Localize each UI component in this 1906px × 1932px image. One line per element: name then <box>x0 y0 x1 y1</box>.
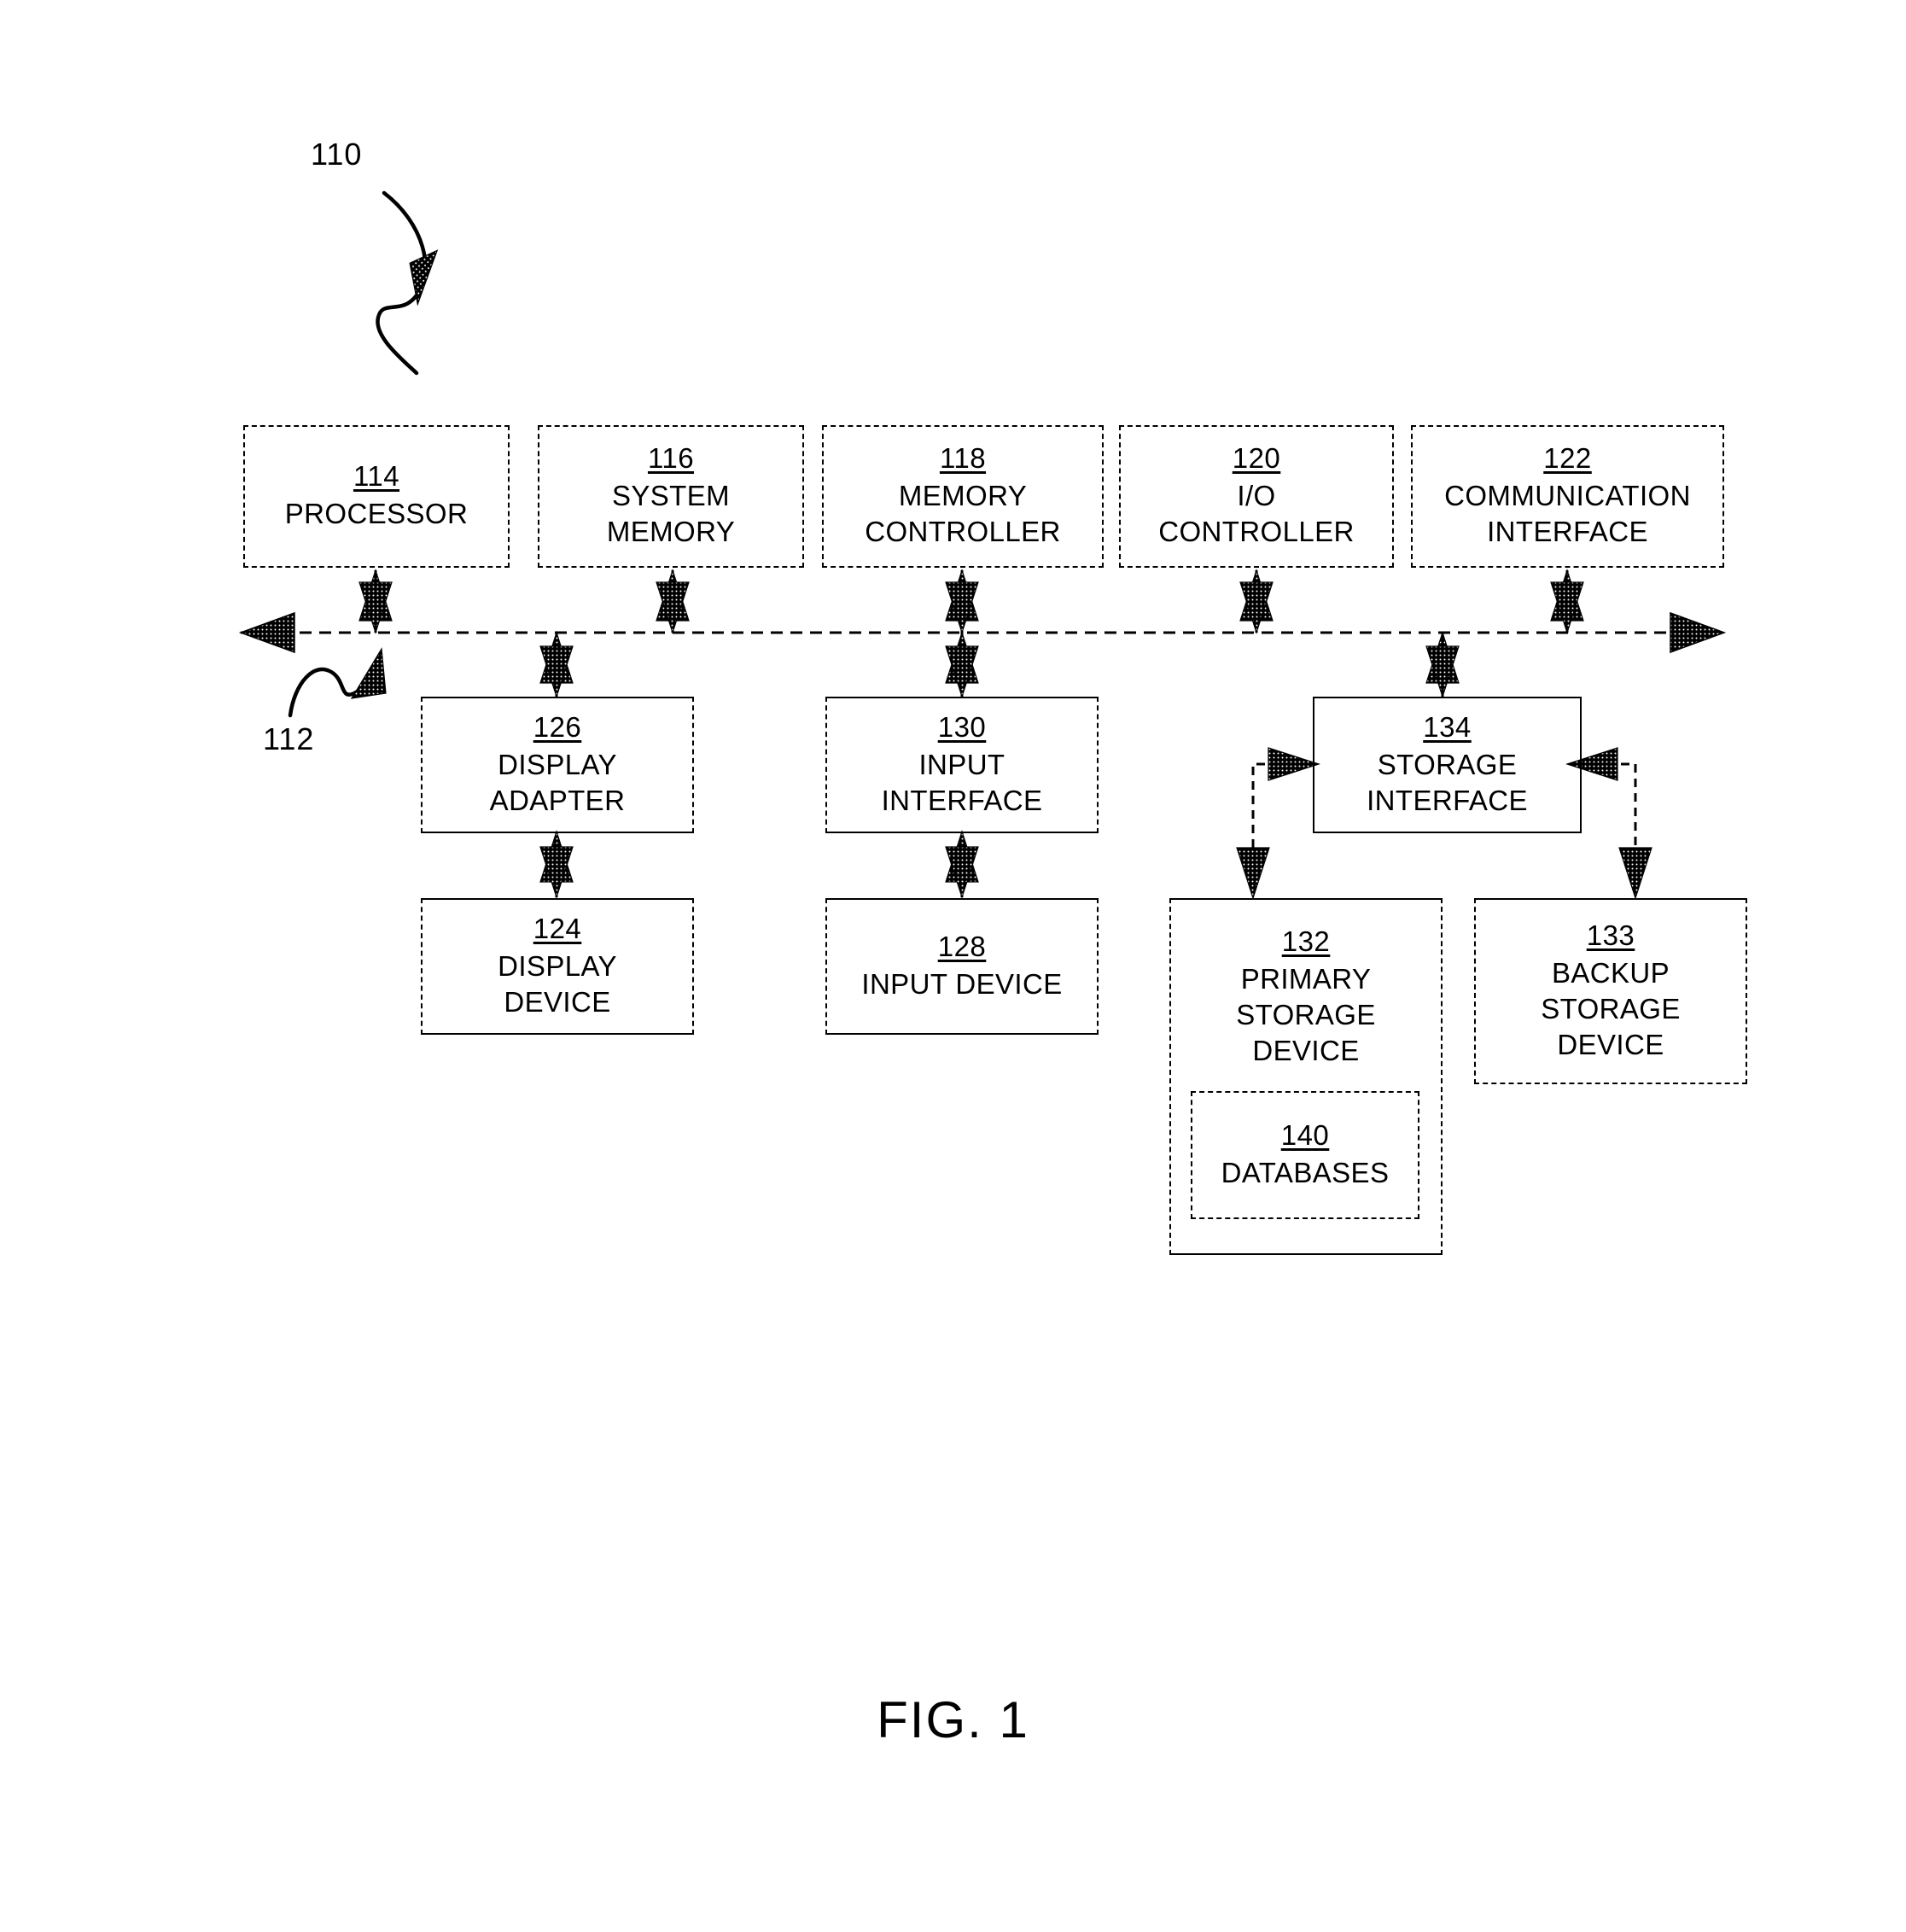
block-storage-interface[interactable]: 134 STORAGE INTERFACE <box>1313 697 1582 833</box>
block-ref-116: 116 <box>647 442 695 475</box>
block-label-primary-storage-device: PRIMARY STORAGE DEVICE <box>1236 962 1376 1067</box>
block-label-processor: PROCESSOR <box>284 498 469 530</box>
block-io-controller[interactable]: 120 I/O CONTROLLER <box>1119 425 1394 568</box>
figure-caption: FIG. 1 <box>877 1691 1029 1748</box>
block-display-device[interactable]: 124 DISPLAY DEVICE <box>421 898 694 1035</box>
leader-line-112 <box>288 647 387 718</box>
block-backup-storage-device[interactable]: 133 BACKUP STORAGE DEVICE <box>1474 898 1747 1084</box>
block-system-memory[interactable]: 116 SYSTEM MEMORY <box>538 425 804 568</box>
block-display-adapter[interactable]: 126 DISPLAY ADAPTER <box>421 697 694 833</box>
block-ref-122: 122 <box>1543 442 1592 475</box>
block-ref-132: 132 <box>1281 925 1331 957</box>
connector-io-controller-bus <box>1239 569 1274 634</box>
block-ref-126: 126 <box>533 710 582 743</box>
connector-storage-interface-primary-storage <box>1236 747 1320 900</box>
block-ref-114: 114 <box>353 460 400 493</box>
block-label-databases: DATABASES <box>1221 1156 1390 1188</box>
patent-figure: 114 PROCESSOR 116 SYSTEM MEMORY 118 MEMO… <box>0 0 1906 1932</box>
callout-110: 110 <box>311 137 363 172</box>
connector-bus-display-adapter <box>539 631 574 698</box>
leader-line-110 <box>376 190 439 376</box>
connector-communication-interface-bus <box>1550 569 1584 634</box>
connector-input-interface-input-device <box>945 830 979 899</box>
callout-112: 112 <box>263 721 315 756</box>
block-ref-120: 120 <box>1232 442 1281 475</box>
connector-processor-bus <box>358 569 393 634</box>
block-ref-140: 140 <box>1280 1118 1330 1151</box>
block-input-interface[interactable]: 130 INPUT INTERFACE <box>825 697 1099 833</box>
block-label-memory-controller: MEMORY CONTROLLER <box>865 480 1061 548</box>
block-label-io-controller: I/O CONTROLLER <box>1158 480 1355 548</box>
block-ref-133: 133 <box>1586 919 1635 951</box>
block-communication-interface[interactable]: 122 COMMUNICATION INTERFACE <box>1411 425 1724 568</box>
block-label-backup-storage-device: BACKUP STORAGE DEVICE <box>1541 956 1681 1061</box>
connector-system-memory-bus <box>656 569 690 634</box>
block-databases[interactable]: 140 DATABASES <box>1191 1091 1419 1219</box>
block-label-system-memory: SYSTEM MEMORY <box>606 480 736 548</box>
block-label-input-device: INPUT DEVICE <box>861 967 1063 1000</box>
connector-display-adapter-display-device <box>539 830 574 899</box>
block-input-device[interactable]: 128 INPUT DEVICE <box>825 898 1099 1035</box>
block-label-communication-interface: COMMUNICATION INTERFACE <box>1444 480 1691 548</box>
block-processor[interactable]: 114 PROCESSOR <box>243 425 510 568</box>
connector-memory-controller-bus <box>945 569 979 634</box>
block-ref-118: 118 <box>939 442 987 475</box>
block-ref-134: 134 <box>1423 710 1472 743</box>
block-label-storage-interface: STORAGE INTERFACE <box>1367 748 1528 816</box>
connector-bus-storage-interface <box>1425 631 1460 698</box>
block-label-display-adapter: DISPLAY ADAPTER <box>489 748 626 816</box>
block-label-input-interface: INPUT INTERFACE <box>881 748 1043 816</box>
block-ref-128: 128 <box>937 930 987 962</box>
block-ref-130: 130 <box>937 710 987 743</box>
connector-bus-input-interface <box>945 631 979 698</box>
system-bus-112 <box>238 611 1727 654</box>
block-memory-controller[interactable]: 118 MEMORY CONTROLLER <box>822 425 1104 568</box>
block-label-display-device: DISPLAY DEVICE <box>498 949 617 1018</box>
block-ref-124: 124 <box>533 912 582 944</box>
